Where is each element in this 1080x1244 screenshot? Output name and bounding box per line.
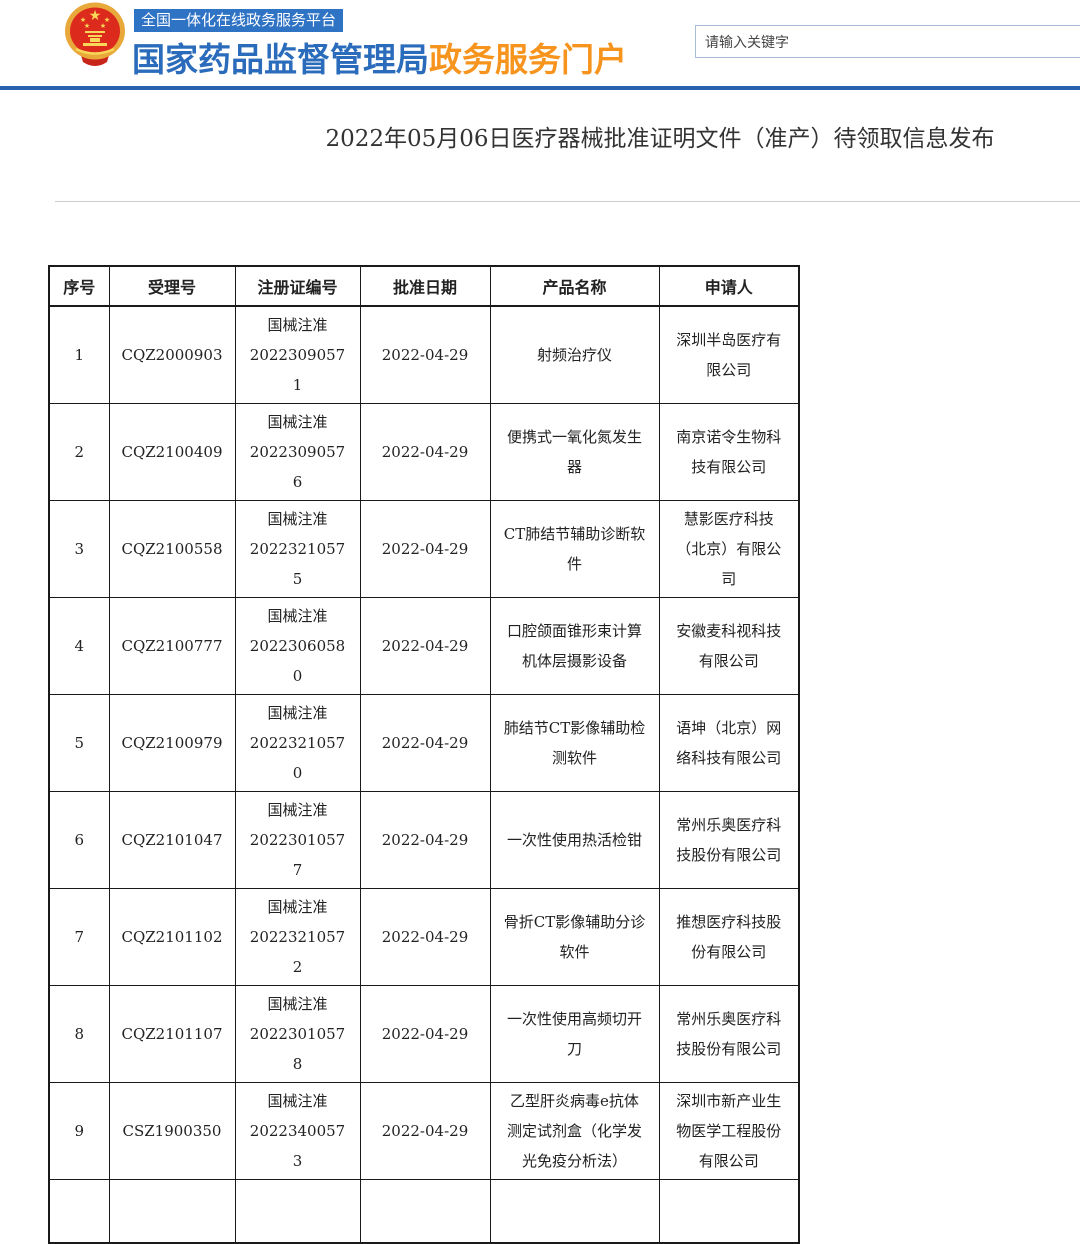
cell-product_name xyxy=(490,1180,659,1244)
cell-acceptance_no: CQZ2101107 xyxy=(109,986,235,1083)
table-row: 3CQZ2100558国械注准202232105752022-04-29CT肺结… xyxy=(49,501,799,598)
table-row: 6CQZ2101047国械注准202230105772022-04-29一次性使… xyxy=(49,792,799,889)
cell-product_name: 一次性使用热活检钳 xyxy=(490,792,659,889)
cell-acceptance_no: CQZ2100979 xyxy=(109,695,235,792)
cell-approval_date: 2022-04-29 xyxy=(360,306,490,404)
search-input[interactable] xyxy=(695,25,1080,58)
cell-approval_date: 2022-04-29 xyxy=(360,792,490,889)
cell-registration_no: 国械注准20223210572 xyxy=(235,889,360,986)
table-row: 5CQZ2100979国械注准202232105702022-04-29肺结节C… xyxy=(49,695,799,792)
cell-registration_no: 国械注准20223010578 xyxy=(235,986,360,1083)
cell-product_name: CT肺结节辅助诊断软件 xyxy=(490,501,659,598)
cell-product_name: 便携式一氧化氮发生器 xyxy=(490,404,659,501)
cell-no: 3 xyxy=(49,501,109,598)
header-divider xyxy=(0,86,1080,90)
cell-no: 6 xyxy=(49,792,109,889)
page-title: 2022年05月06日医疗器械批准证明文件（准产）待领取信息发布 xyxy=(240,122,1080,156)
table-row: 4CQZ2100777国械注准202230605802022-04-29口腔颌面… xyxy=(49,598,799,695)
portal-suffix: 政务服务门户 xyxy=(429,41,627,78)
cell-no: 8 xyxy=(49,986,109,1083)
cell-approval_date: 2022-04-29 xyxy=(360,986,490,1083)
national-emblem-icon: ★ ★ ★ ★ ★ xyxy=(62,2,128,66)
cell-no: 4 xyxy=(49,598,109,695)
cell-registration_no: 国械注准20223060580 xyxy=(235,598,360,695)
approval-table-body: 1CQZ2000903国械注准202230905712022-04-29射频治疗… xyxy=(49,306,799,1243)
table-row: 9CSZ1900350国械注准202234005732022-04-29乙型肝炎… xyxy=(49,1083,799,1180)
table-header: 序号 受理号 注册证编号 批准日期 产品名称 申请人 xyxy=(49,266,799,306)
col-header-registration-no: 注册证编号 xyxy=(235,266,360,306)
cell-acceptance_no: CQZ2100777 xyxy=(109,598,235,695)
cell-acceptance_no: CQZ2101102 xyxy=(109,889,235,986)
cell-acceptance_no: CQZ2100558 xyxy=(109,501,235,598)
cell-product_name: 肺结节CT影像辅助检测软件 xyxy=(490,695,659,792)
site-title: 国家药品监督管理局政务服务门户 xyxy=(132,33,627,81)
platform-badge: 全国一体化在线政务服务平台 xyxy=(134,9,343,32)
svg-text:★: ★ xyxy=(100,22,106,30)
table-row: 8CQZ2101107国械注准202230105782022-04-29一次性使… xyxy=(49,986,799,1083)
cell-approval_date: 2022-04-29 xyxy=(360,501,490,598)
cell-approval_date: 2022-04-29 xyxy=(360,404,490,501)
site-name: 国家药品监督管理局 xyxy=(132,41,429,78)
cell-applicant: 常州乐奥医疗科技股份有限公司 xyxy=(659,986,799,1083)
cell-acceptance_no: CSZ1900350 xyxy=(109,1083,235,1180)
cell-approval_date: 2022-04-29 xyxy=(360,695,490,792)
cell-approval_date: 2022-04-29 xyxy=(360,889,490,986)
cell-registration_no: 国械注准20223210575 xyxy=(235,501,360,598)
col-header-acceptance-no: 受理号 xyxy=(109,266,235,306)
cell-no xyxy=(49,1180,109,1244)
cell-registration_no xyxy=(235,1180,360,1244)
cell-registration_no: 国械注准20223010577 xyxy=(235,792,360,889)
col-header-applicant: 申请人 xyxy=(659,266,799,306)
cell-approval_date: 2022-04-29 xyxy=(360,1083,490,1180)
cell-no: 1 xyxy=(49,306,109,404)
cell-no: 2 xyxy=(49,404,109,501)
cell-applicant: 慧影医疗科技（北京）有限公司 xyxy=(659,501,799,598)
cell-registration_no: 国械注准20223090571 xyxy=(235,306,360,404)
cell-applicant: 推想医疗科技股份有限公司 xyxy=(659,889,799,986)
cell-approval_date: 2022-04-29 xyxy=(360,598,490,695)
col-header-product-name: 产品名称 xyxy=(490,266,659,306)
cell-approval_date xyxy=(360,1180,490,1244)
cell-registration_no: 国械注准20223210570 xyxy=(235,695,360,792)
cell-registration_no: 国械注准20223090576 xyxy=(235,404,360,501)
cell-applicant: 常州乐奥医疗科技股份有限公司 xyxy=(659,792,799,889)
cell-registration_no: 国械注准20223400573 xyxy=(235,1083,360,1180)
cell-product_name: 口腔颌面锥形束计算机体层摄影设备 xyxy=(490,598,659,695)
col-header-approval-date: 批准日期 xyxy=(360,266,490,306)
cell-applicant xyxy=(659,1180,799,1244)
table-row: 1CQZ2000903国械注准202230905712022-04-29射频治疗… xyxy=(49,306,799,404)
cell-applicant: 深圳市新产业生物医学工程股份有限公司 xyxy=(659,1083,799,1180)
cell-product_name: 一次性使用高频切开刀 xyxy=(490,986,659,1083)
table-row: 7CQZ2101102国械注准202232105722022-04-29骨折CT… xyxy=(49,889,799,986)
table-row xyxy=(49,1180,799,1244)
approval-table: 序号 受理号 注册证编号 批准日期 产品名称 申请人 1CQZ2000903国械… xyxy=(48,265,800,1244)
col-header-no: 序号 xyxy=(49,266,109,306)
cell-applicant: 安徽麦科视科技有限公司 xyxy=(659,598,799,695)
cell-no: 7 xyxy=(49,889,109,986)
cell-applicant: 南京诺令生物科技有限公司 xyxy=(659,404,799,501)
svg-text:★: ★ xyxy=(84,22,90,30)
cell-acceptance_no: CQZ2000903 xyxy=(109,306,235,404)
site-header: ★ ★ ★ ★ ★ 全国一体化在线政务服务平台 国家药品监督管理局政务服务门户 xyxy=(0,0,1080,86)
cell-applicant: 深圳半岛医疗有限公司 xyxy=(659,306,799,404)
table-header-row: 序号 受理号 注册证编号 批准日期 产品名称 申请人 xyxy=(49,266,799,306)
cell-acceptance_no xyxy=(109,1180,235,1244)
cell-no: 9 xyxy=(49,1083,109,1180)
cell-product_name: 乙型肝炎病毒e抗体测定试剂盒（化学发光免疫分析法） xyxy=(490,1083,659,1180)
cell-product_name: 射频治疗仪 xyxy=(490,306,659,404)
cell-applicant: 语坤（北京）网络科技有限公司 xyxy=(659,695,799,792)
cell-no: 5 xyxy=(49,695,109,792)
cell-acceptance_no: CQZ2100409 xyxy=(109,404,235,501)
cell-product_name: 骨折CT影像辅助分诊软件 xyxy=(490,889,659,986)
title-separator xyxy=(55,201,1080,202)
table-row: 2CQZ2100409国械注准202230905762022-04-29便携式一… xyxy=(49,404,799,501)
cell-acceptance_no: CQZ2101047 xyxy=(109,792,235,889)
